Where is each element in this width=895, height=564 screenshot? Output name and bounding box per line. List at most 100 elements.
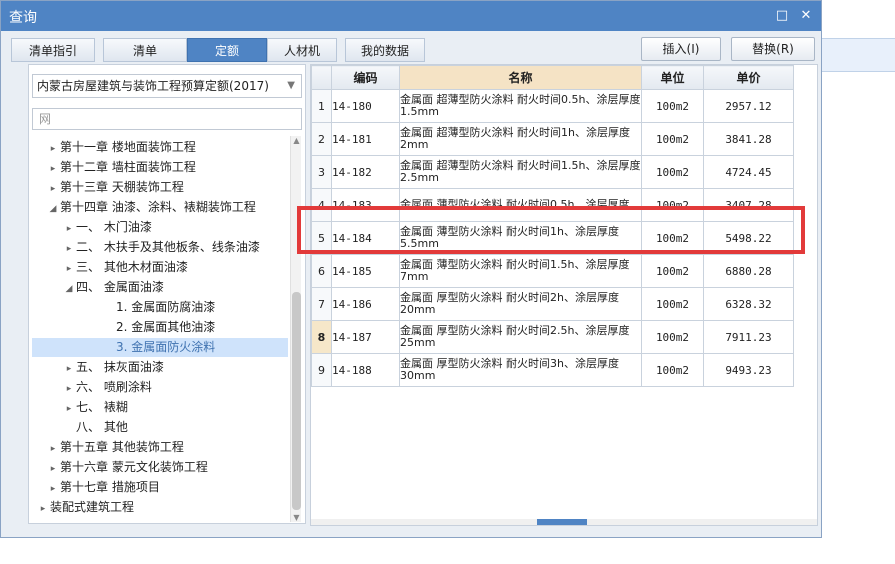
grid-scrollbar[interactable] [311,519,817,525]
tree-node[interactable]: ▸ 二、 木扶手及其他板条、线条油漆 [32,238,260,257]
row-name[interactable]: 金属面 厚型防火涂料 耐火时间2.5h、涂层厚度25mm [399,320,642,354]
row-name[interactable]: 金属面 超薄型防火涂料 耐火时间1.5h、涂层厚度2.5mm [399,155,642,189]
scroll-down-icon[interactable]: ▼ [291,513,302,522]
row-price[interactable]: 2957.12 [703,89,794,123]
expand-icon[interactable]: ▸ [46,440,60,459]
row-price[interactable]: 6328.32 [703,287,794,321]
tab-list[interactable]: 清单 [103,38,187,62]
row-price[interactable]: 3407.28 [703,188,794,222]
row-price[interactable]: 7911.23 [703,320,794,354]
row-unit[interactable]: 100m2 [641,221,704,255]
row-index[interactable]: 3 [311,155,332,189]
table-row[interactable]: 6 14-185 金属面 薄型防火涂料 耐火时间1.5h、涂层厚度7mm 100m2 6… [311,254,794,288]
expand-icon[interactable]: ▸ [46,480,60,499]
expand-icon[interactable]: ▸ [46,140,60,159]
tree-node[interactable]: ▸ 六、 喷刷涂料 [32,378,152,397]
row-name[interactable]: 金属面 超薄型防火涂料 耐火时间0.5h、涂层厚度1.5mm [399,89,642,123]
tree-node[interactable]: 2. 金属面其他油漆 [32,318,215,337]
row-unit[interactable]: 100m2 [641,188,704,222]
expand-icon[interactable]: ▸ [46,180,60,199]
row-code[interactable]: 14-180 [331,89,400,123]
expand-icon[interactable]: ▸ [46,460,60,479]
title-bar[interactable]: 查询 □ ✕ [1,1,821,31]
row-unit[interactable]: 100m2 [641,320,704,354]
scroll-up-icon[interactable]: ▲ [291,136,302,145]
tree-node[interactable]: 八、 其他 [32,418,128,437]
row-unit[interactable]: 100m2 [641,287,704,321]
row-code[interactable]: 14-188 [331,353,400,387]
row-code[interactable]: 14-186 [331,287,400,321]
table-row[interactable]: 8 14-187 金属面 厚型防火涂料 耐火时间2.5h、涂层厚度25mm 100m2… [311,320,794,354]
row-name[interactable]: 金属面 薄型防火涂料 耐火时间0.5h、涂层厚度 [399,188,642,222]
tree-node[interactable]: ▸ 第十五章 其他装饰工程 [32,438,184,457]
scrollbar-thumb[interactable] [292,292,301,510]
expand-icon[interactable]: ▸ [46,160,60,179]
chevron-down-icon[interactable]: ▼ [287,75,295,97]
row-index[interactable]: 1 [311,89,332,123]
row-price[interactable]: 9493.23 [703,353,794,387]
row-name[interactable]: 金属面 超薄型防火涂料 耐火时间1h、涂层厚度2mm [399,122,642,156]
row-unit[interactable]: 100m2 [641,254,704,288]
table-row[interactable]: 9 14-188 金属面 厚型防火涂料 耐火时间3h、涂层厚度30mm 100m2 94… [311,353,794,387]
tab-labor-material[interactable]: 人材机 [267,38,337,62]
row-index[interactable]: 4 [311,188,332,222]
maximize-icon[interactable]: □ [771,5,793,27]
table-row[interactable]: 3 14-182 金属面 超薄型防火涂料 耐火时间1.5h、涂层厚度2.5mm 100… [311,155,794,189]
grid-scrollbar-thumb[interactable] [537,519,587,525]
tree-node[interactable]: ▸ 装配式建筑工程 [32,498,134,517]
tree-node[interactable]: 1. 金属面防腐油漆 [32,298,215,317]
header-price[interactable]: 单价 [703,65,794,90]
row-code[interactable]: 14-187 [331,320,400,354]
row-name[interactable]: 金属面 厚型防火涂料 耐火时间2h、涂层厚度20mm [399,287,642,321]
expand-icon[interactable]: ▸ [62,400,76,419]
row-index[interactable]: 6 [311,254,332,288]
tree-node[interactable]: ▸ 第十三章 天棚装饰工程 [32,178,184,197]
collapse-icon[interactable]: ◢ [62,280,76,299]
table-row[interactable]: 5 14-184 金属面 薄型防火涂料 耐火时间1h、涂层厚度5.5mm 100m2 5… [311,221,794,255]
row-code[interactable]: 14-183 [331,188,400,222]
row-code[interactable]: 14-184 [331,221,400,255]
header-code[interactable]: 编码 [331,65,400,90]
row-price[interactable]: 4724.45 [703,155,794,189]
expand-icon[interactable]: ▸ [62,220,76,239]
tree-scrollbar[interactable]: ▲ ▼ [290,136,301,522]
row-index[interactable]: 8 [311,320,332,354]
quota-select[interactable]: 内蒙古房屋建筑与装饰工程预算定额(2017) ▼ [32,74,302,98]
tree-node[interactable]: ▸ 五、 抹灰面油漆 [32,358,164,377]
row-index[interactable]: 5 [311,221,332,255]
tree-node[interactable]: ▸ 一、 木门油漆 [32,218,152,237]
row-unit[interactable]: 100m2 [641,353,704,387]
expand-icon[interactable]: ▸ [62,360,76,379]
row-index[interactable]: 9 [311,353,332,387]
expand-icon[interactable]: ▸ [62,240,76,259]
collapse-icon[interactable]: ◢ [46,200,60,219]
header-name[interactable]: 名称 [399,65,642,90]
tree-node[interactable]: ▸ 第十二章 墙柱面装饰工程 [32,158,196,177]
row-code[interactable]: 14-182 [331,155,400,189]
row-unit[interactable]: 100m2 [641,122,704,156]
tree-node[interactable]: ◢ 第十四章 油漆、涂料、裱糊装饰工程 [32,198,256,217]
tab-quota[interactable]: 定额 [187,38,267,62]
tree-node[interactable]: ◢ 四、 金属面油漆 [32,278,164,297]
row-code[interactable]: 14-181 [331,122,400,156]
close-icon[interactable]: ✕ [795,5,817,27]
replace-button[interactable]: 替换(R) [731,37,815,61]
row-price[interactable]: 3841.28 [703,122,794,156]
row-price[interactable]: 6880.28 [703,254,794,288]
expand-icon[interactable]: ▸ [62,260,76,279]
tab-list-guide[interactable]: 清单指引 [11,38,95,62]
tree-node[interactable]: ▸ 第十六章 蒙元文化装饰工程 [32,458,208,477]
expand-icon[interactable]: ▸ [62,380,76,399]
row-index[interactable]: 7 [311,287,332,321]
tree-node[interactable]: ▸ 第十一章 楼地面装饰工程 [32,138,196,157]
row-index[interactable]: 2 [311,122,332,156]
tree-node[interactable]: ▸ 三、 其他木材面油漆 [32,258,188,277]
row-unit[interactable]: 100m2 [641,155,704,189]
table-row[interactable]: 1 14-180 金属面 超薄型防火涂料 耐火时间0.5h、涂层厚度1.5mm 100… [311,89,794,123]
row-name[interactable]: 金属面 薄型防火涂料 耐火时间1h、涂层厚度5.5mm [399,221,642,255]
tree-node[interactable]: 3. 金属面防火涂料 [32,338,288,357]
header-unit[interactable]: 单位 [641,65,704,90]
table-row[interactable]: 2 14-181 金属面 超薄型防火涂料 耐火时间1h、涂层厚度2mm 100m2 38… [311,122,794,156]
table-row[interactable]: 7 14-186 金属面 厚型防火涂料 耐火时间2h、涂层厚度20mm 100m2 63… [311,287,794,321]
row-code[interactable]: 14-185 [331,254,400,288]
